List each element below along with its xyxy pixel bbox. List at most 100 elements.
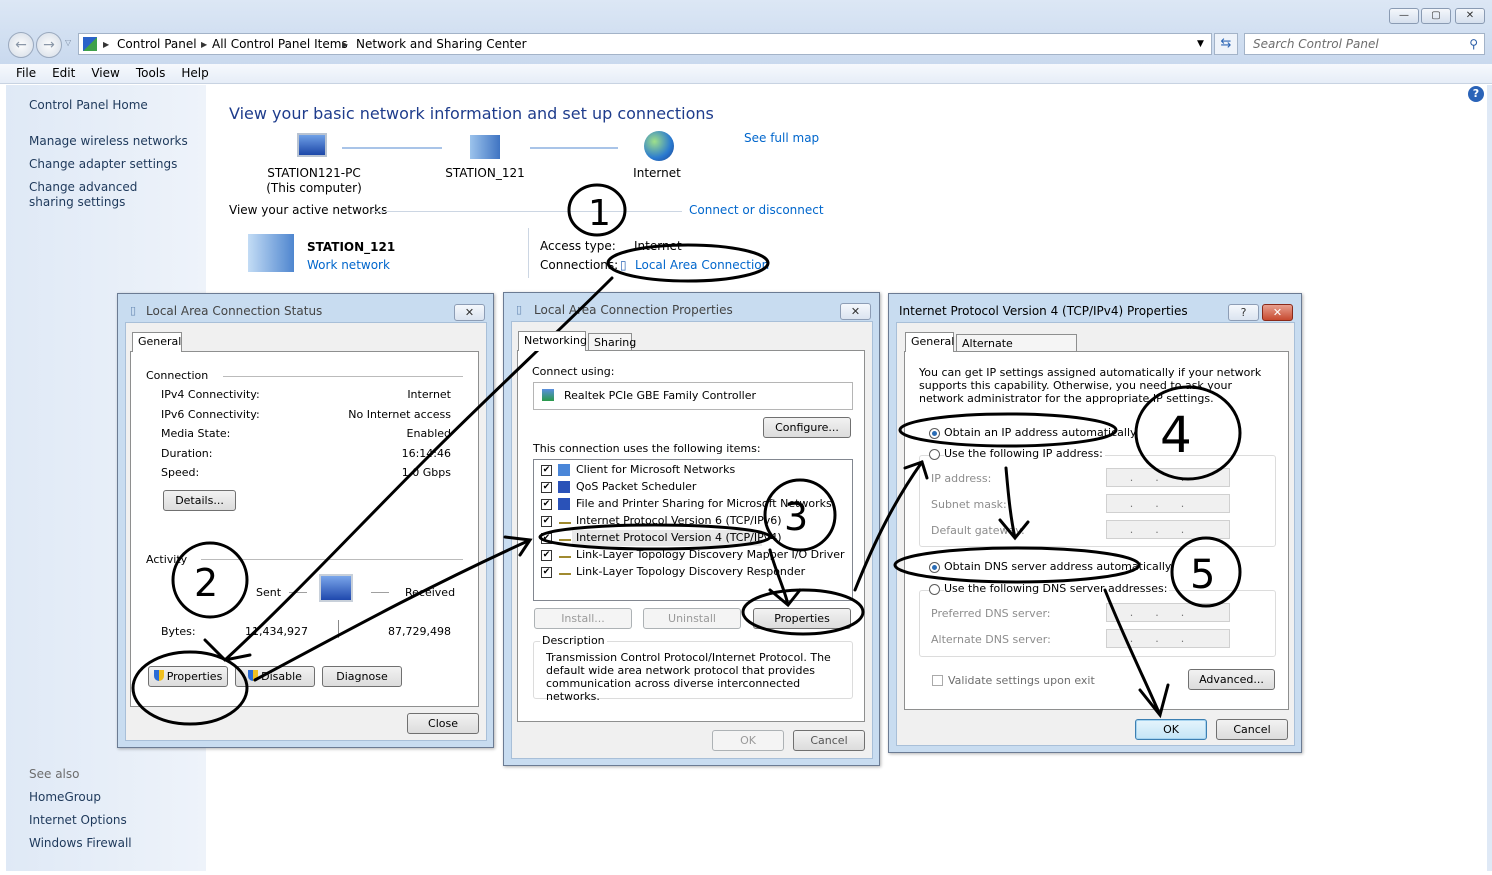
cancel-button[interactable]: Cancel: [1216, 719, 1288, 740]
advanced-button[interactable]: Advanced...: [1188, 669, 1275, 690]
breadcrumb-all-items[interactable]: All Control Panel Items: [212, 34, 348, 54]
description-text: Transmission Control Protocol/Internet P…: [546, 651, 831, 703]
obtain-dns-radio[interactable]: [929, 562, 940, 573]
ok-button[interactable]: OK: [712, 730, 784, 751]
protocol-icon: [559, 535, 571, 541]
sidebar-item-windows-firewall[interactable]: Windows Firewall: [29, 836, 132, 851]
address-dropdown-icon[interactable]: ▼: [1197, 34, 1204, 54]
network-building-icon: [248, 234, 294, 272]
menu-tools[interactable]: Tools: [136, 64, 166, 80]
access-type-label: Access type:: [540, 239, 616, 253]
tab-general[interactable]: General: [132, 332, 182, 352]
install-button[interactable]: Install...: [534, 608, 632, 629]
obtain-ip-radio[interactable]: [929, 428, 940, 439]
use-dns-radio[interactable]: [929, 584, 940, 595]
maximize-button[interactable]: ▢: [1421, 8, 1451, 24]
connect-disconnect-link[interactable]: Connect or disconnect: [689, 203, 824, 217]
validate-checkbox[interactable]: [932, 675, 943, 686]
properties-button[interactable]: Properties: [148, 666, 228, 687]
network-type-link[interactable]: Work network: [307, 258, 390, 272]
checkbox[interactable]: ✔: [541, 533, 552, 544]
properties-button[interactable]: Properties: [753, 608, 851, 629]
ipv4-label: IPv4 Connectivity:: [161, 388, 260, 401]
protocol-icon: [559, 518, 571, 524]
menu-view[interactable]: View: [91, 64, 119, 80]
close-button[interactable]: Close: [407, 713, 479, 734]
uninstall-button[interactable]: Uninstall: [643, 608, 741, 629]
checkbox[interactable]: ✔: [541, 465, 552, 476]
sidebar-item-advanced-sharing[interactable]: Change advanced sharing settings: [29, 180, 179, 210]
details-button[interactable]: Details...: [163, 490, 236, 511]
menu-edit[interactable]: Edit: [52, 64, 75, 80]
tab-panel: Connection IPv4 Connectivity: Internet I…: [130, 351, 479, 707]
checkbox[interactable]: ✔: [541, 482, 552, 493]
description-label: Description: [540, 634, 607, 647]
menu-help[interactable]: Help: [181, 64, 208, 80]
refresh-icon[interactable]: ⇆: [1214, 33, 1238, 55]
sidebar-item-homegroup[interactable]: HomeGroup: [29, 790, 101, 805]
sidebar-item-adapter-settings[interactable]: Change adapter settings: [29, 157, 177, 172]
map-internet: Internet: [633, 166, 681, 180]
items-list: ✔ Client for Microsoft Networks ✔ QoS Pack…: [533, 459, 853, 601]
sidebar-item-manage-wireless[interactable]: Manage wireless networks: [29, 134, 188, 149]
default-gateway-label: Default gateway:: [931, 524, 1025, 537]
checkbox[interactable]: ✔: [541, 499, 552, 510]
see-full-map-link[interactable]: See full map: [744, 131, 819, 145]
media-state-value: Enabled: [406, 427, 451, 440]
checkbox[interactable]: ✔: [541, 550, 552, 561]
default-gateway-field[interactable]: ...: [1106, 520, 1230, 539]
ethernet-icon: ▯: [516, 303, 523, 316]
computer-icon: [297, 133, 327, 157]
speed-label: Speed:: [161, 466, 200, 479]
annotation-circle-1: [567, 183, 627, 237]
search-input[interactable]: Search Control Panel ⚲: [1244, 33, 1485, 55]
adapter-box: Realtek PCIe GBE Family Controller: [533, 382, 853, 410]
preferred-dns-field[interactable]: ...: [1106, 603, 1230, 622]
diagnose-button[interactable]: Diagnose: [322, 666, 402, 687]
checkbox[interactable]: ✔: [541, 516, 552, 527]
tab-alternate-configuration[interactable]: Alternate Configuration: [956, 334, 1077, 363]
dialog-title: Local Area Connection Status: [146, 304, 323, 318]
configure-button[interactable]: Configure...: [763, 417, 851, 438]
use-ip-radio[interactable]: [929, 449, 940, 460]
tab-sharing[interactable]: Sharing: [588, 333, 636, 351]
breadcrumb-network-sharing[interactable]: Network and Sharing Center: [356, 34, 527, 54]
status-dialog: ▯ Local Area Connection Status ✕ General…: [117, 293, 494, 748]
close-icon[interactable]: ✕: [1262, 304, 1293, 321]
back-button[interactable]: ←: [8, 32, 34, 58]
obtain-dns-label[interactable]: Obtain DNS server address automatically: [944, 560, 1171, 573]
minimize-button[interactable]: —: [1389, 8, 1419, 24]
address-bar[interactable]: ▶ Control Panel ▶ All Control Panel Item…: [78, 33, 1212, 55]
duration-label: Duration:: [161, 447, 213, 460]
close-icon[interactable]: ✕: [840, 303, 871, 320]
forward-button[interactable]: →: [36, 32, 62, 58]
obtain-ip-label[interactable]: Obtain an IP address automatically: [944, 426, 1137, 439]
search-icon: ⚲: [1469, 37, 1478, 51]
disable-button[interactable]: Disable: [235, 666, 315, 687]
cancel-button[interactable]: Cancel: [793, 730, 865, 751]
close-window-button[interactable]: ✕: [1455, 8, 1485, 24]
alternate-dns-field[interactable]: ...: [1106, 629, 1230, 648]
tab-networking[interactable]: Networking: [518, 331, 587, 351]
tab-general[interactable]: General: [905, 332, 954, 352]
checkbox[interactable]: ✔: [541, 567, 552, 578]
sidebar-control-panel-home[interactable]: Control Panel Home: [29, 98, 148, 113]
use-ip-label[interactable]: Use the following IP address:: [944, 447, 1105, 460]
ip-address-field[interactable]: ...: [1106, 468, 1230, 487]
breadcrumb-control-panel[interactable]: Control Panel: [117, 34, 197, 54]
subnet-mask-field[interactable]: ...: [1106, 494, 1230, 513]
help-icon[interactable]: ?: [1468, 86, 1484, 102]
ok-button[interactable]: OK: [1135, 719, 1207, 740]
use-dns-label[interactable]: Use the following DNS server addresses:: [944, 582, 1170, 595]
globe-icon[interactable]: [644, 131, 674, 161]
connection-heading: Connection: [146, 369, 209, 382]
sidebar-item-internet-options[interactable]: Internet Options: [29, 813, 127, 828]
close-icon[interactable]: ✕: [454, 304, 485, 321]
validate-label: Validate settings upon exit: [948, 674, 1095, 687]
menu-file[interactable]: File: [16, 64, 36, 80]
divider: [372, 211, 682, 212]
local-area-connection-link[interactable]: Local Area Connection: [635, 258, 769, 272]
help-button[interactable]: ?: [1228, 304, 1259, 321]
recent-pages-dropdown[interactable]: ▽: [65, 38, 71, 47]
map-computer-name: STATION121-PC: [267, 166, 361, 180]
